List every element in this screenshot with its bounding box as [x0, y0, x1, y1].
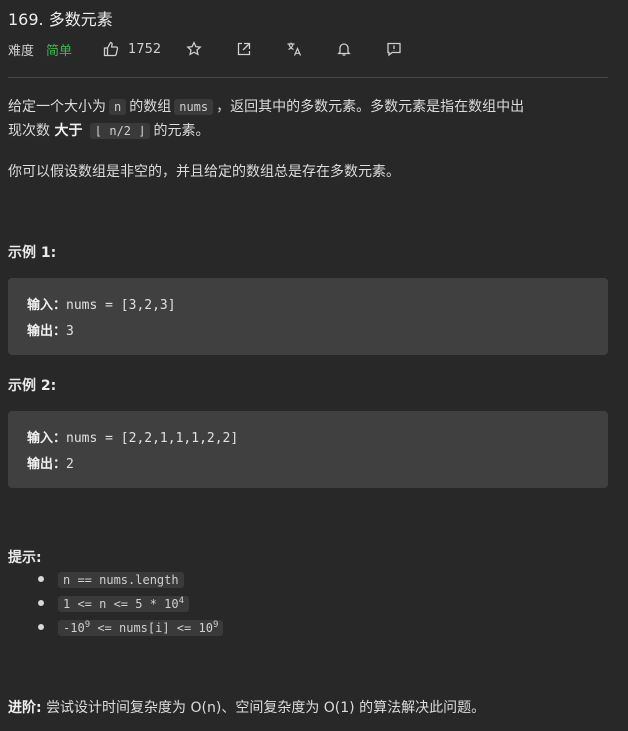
like-button[interactable]: 1752 [102, 40, 161, 58]
like-count: 1752 [128, 41, 162, 57]
description-paragraph-2: 你可以假设数组是非空的，并且给定的数组总是存在多数元素。 [8, 164, 400, 180]
inline-code-nums: nums [174, 99, 214, 115]
example-1-output: 输出：3 [27, 320, 74, 339]
header-divider [8, 77, 608, 78]
inline-code-n: n [109, 99, 127, 115]
problem-title: 169. 多数元素 [8, 10, 113, 29]
text: <= nums[i] <= 10 [90, 621, 213, 635]
input-label: 输入： [27, 431, 67, 446]
translate-icon[interactable] [285, 40, 303, 58]
text: 的数组 [129, 99, 172, 115]
input-label: 输入： [27, 298, 67, 313]
thumbs-up-icon [102, 40, 120, 58]
difficulty-label: 难度 [8, 43, 35, 59]
share-icon[interactable] [235, 40, 253, 58]
input-value: nums = [3,2,3] [66, 298, 176, 313]
hint-item: n == nums.length [38, 568, 226, 592]
text: 的元素。 [153, 123, 210, 139]
output-value: 3 [66, 324, 74, 339]
bold-greater-than: 大于 [54, 123, 83, 139]
example-2-input: 输入：nums = [2,2,1,1,1,2,2] [27, 427, 238, 446]
text: 给定一个大小为 [8, 99, 106, 115]
output-label: 输出： [27, 457, 67, 472]
hint-code-2: 1 <= n <= 5 * 104 [58, 596, 190, 612]
description-paragraph-1: 给定一个大小为 n 的数组 nums ，返回其中的多数元素。多数元素是指在数组中出 现次… [8, 95, 618, 143]
hint-code-1: n == nums.length [58, 572, 184, 588]
text: 1 <= n <= 5 * 10 [63, 597, 179, 611]
difficulty-badge: 简单 [46, 43, 73, 59]
output-label: 输出： [27, 324, 67, 339]
text: 现次数 [8, 123, 50, 139]
superscript: 9 [212, 620, 219, 630]
hint-item: -109 <= nums[i] <= 109 [38, 616, 226, 640]
example-2-output: 输出：2 [27, 453, 74, 472]
star-icon[interactable] [185, 40, 203, 58]
advanced-label: 进阶: [8, 700, 42, 716]
text: ，返回其中的多数元素。多数元素是指在数组中出 [216, 99, 525, 115]
inline-code-floor: ⌊ n/2 ⌋ [89, 123, 151, 139]
hints-heading: 提示: [8, 550, 42, 566]
text: -10 [63, 621, 85, 635]
example-1-input: 输入：nums = [3,2,3] [27, 294, 176, 313]
hints-list: n == nums.length 1 <= n <= 5 * 104 -109 … [38, 568, 226, 640]
feedback-icon[interactable] [385, 40, 403, 58]
example-2-heading: 示例 2: [8, 378, 57, 394]
example-1-block: 输入：nums = [3,2,3] 输出：3 [8, 278, 608, 355]
hint-code-3: -109 <= nums[i] <= 109 [58, 620, 224, 636]
advanced-note: 进阶: 尝试设计时间复杂度为 O(n)、空间复杂度为 O(1) 的算法解决此问题… [8, 696, 485, 720]
example-1-heading: 示例 1: [8, 245, 57, 261]
hint-item: 1 <= n <= 5 * 104 [38, 592, 226, 616]
example-2-block: 输入：nums = [2,2,1,1,1,2,2] 输出：2 [8, 411, 608, 488]
superscript: 4 [178, 596, 185, 606]
problem-meta: 难度 简单 1752 [8, 38, 403, 60]
output-value: 2 [66, 457, 74, 472]
advanced-text: 尝试设计时间复杂度为 O(n)、空间复杂度为 O(1) 的算法解决此问题。 [46, 700, 486, 716]
bell-icon[interactable] [335, 40, 353, 58]
problem-page: 169. 多数元素 难度 简单 1752 给定一个大小为 n 的数组 nums … [0, 0, 628, 731]
input-value: nums = [2,2,1,1,1,2,2] [66, 431, 239, 446]
